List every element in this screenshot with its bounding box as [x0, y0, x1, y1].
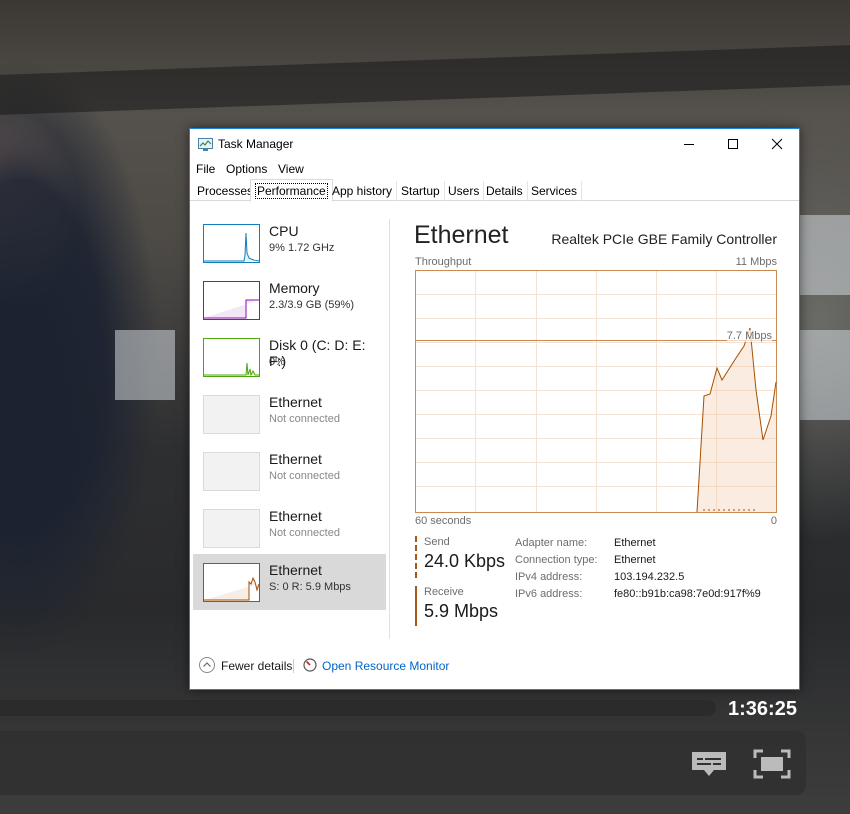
task-manager-window: Task Manager File Options View Processes…	[189, 128, 800, 690]
sidebar-item-subtitle: Not connected	[269, 413, 340, 425]
info-value: fe80::b91b:ca98:7e0d:917f%9	[614, 588, 761, 600]
sidebar-item-ethernet-active[interactable]: Ethernet S: 0 R: 5.9 Mbps	[193, 554, 386, 610]
minimize-button[interactable]	[667, 129, 711, 159]
sidebar-item-subtitle: 2.3/3.9 GB (59%)	[269, 299, 354, 311]
tab-performance-label: Performance	[255, 183, 328, 199]
sidebar-item-subtitle: 0%	[269, 356, 285, 368]
ethernet-thumbnail-graph	[203, 452, 260, 491]
graph-x-left-label: 60 seconds	[415, 515, 472, 527]
graph-x-right-label: 0	[770, 515, 777, 527]
fullscreen-icon[interactable]	[752, 748, 792, 780]
info-row: Adapter name: Ethernet	[515, 537, 775, 554]
info-value: Ethernet	[614, 537, 656, 549]
throughput-graph: 7.7 Mbps	[415, 270, 777, 513]
sidebar-item-title: Ethernet	[269, 394, 322, 410]
resource-monitor-icon[interactable]	[303, 658, 317, 672]
menu-options[interactable]: Options	[226, 162, 267, 176]
disk-thumbnail-graph	[203, 338, 260, 377]
receive-stat: Receive 5.9 Mbps	[415, 586, 498, 626]
graph-label: Throughput	[415, 256, 472, 268]
player-control-bar	[0, 731, 806, 795]
chevron-up-icon[interactable]	[199, 657, 215, 673]
sidebar-divider	[389, 219, 390, 639]
tab-services[interactable]: Services	[527, 181, 583, 201]
minimize-icon	[684, 144, 694, 145]
sidebar-item-title: CPU	[269, 223, 299, 239]
info-row: IPv6 address: fe80::b91b:ca98:7e0d:917f%…	[515, 588, 775, 605]
ethernet-thumbnail-graph	[203, 509, 260, 548]
adapter-info: Adapter name: Ethernet Connection type: …	[515, 537, 775, 605]
ethernet-thumbnail-graph	[203, 563, 260, 602]
sidebar-item-ethernet[interactable]: Ethernet Not connected	[193, 388, 386, 444]
close-icon	[771, 138, 783, 150]
background-window	[800, 330, 850, 420]
fewer-details-link[interactable]: Fewer details	[221, 659, 292, 673]
ceiling-beam	[0, 45, 850, 115]
captions-icon[interactable]	[690, 750, 728, 778]
tab-users[interactable]: Users	[444, 181, 485, 201]
background-window	[800, 215, 850, 295]
tab-details[interactable]: Details	[482, 181, 528, 201]
send-label: Send	[424, 536, 450, 548]
info-value: Ethernet	[614, 554, 656, 566]
sidebar-item-subtitle: S: 0 R: 5.9 Mbps	[269, 581, 351, 593]
cpu-thumbnail-graph	[203, 224, 260, 263]
task-manager-icon	[198, 138, 213, 151]
video-timestamp: 1:36:25	[728, 698, 797, 720]
sidebar-item-title: Ethernet	[269, 562, 322, 578]
sidebar-item-ethernet[interactable]: Ethernet Not connected	[193, 502, 386, 558]
sidebar-item-ethernet[interactable]: Ethernet Not connected	[193, 445, 386, 501]
tab-processes[interactable]: Processes	[193, 181, 259, 201]
receive-value: 5.9 Mbps	[424, 601, 499, 621]
adapter-name: Realtek PCIe GBE Family Controller	[551, 231, 777, 247]
ethernet-thumbnail-graph	[203, 395, 260, 434]
tab-startup[interactable]: Startup	[397, 181, 445, 201]
performance-sidebar: CPU 9% 1.72 GHz Memory 2.3/3.9 GB (59%) …	[190, 209, 390, 639]
tab-app-history[interactable]: App history	[328, 181, 398, 201]
menu-file[interactable]: File	[196, 162, 215, 176]
send-value: 24.0 Kbps	[424, 551, 506, 571]
sidebar-item-memory[interactable]: Memory 2.3/3.9 GB (59%)	[193, 274, 386, 330]
info-value: 103.194.232.5	[614, 571, 685, 583]
footer-divider	[293, 659, 294, 673]
info-key: IPv4 address:	[515, 571, 583, 583]
tab-performance[interactable]: Performance	[250, 179, 333, 202]
info-key: Connection type:	[515, 554, 598, 566]
open-resource-monitor-link[interactable]: Open Resource Monitor	[322, 659, 449, 673]
sidebar-item-title: Ethernet	[269, 508, 322, 524]
sidebar-item-title: Disk 0 (C: D: E: F:)	[269, 337, 366, 369]
memory-thumbnail-graph	[203, 281, 260, 320]
maximize-icon	[728, 139, 738, 149]
sidebar-item-subtitle: Not connected	[269, 470, 340, 482]
sidebar-item-subtitle: Not connected	[269, 527, 340, 539]
window-title: Task Manager	[218, 137, 294, 151]
sidebar-item-title: Memory	[269, 280, 320, 296]
info-key: IPv6 address:	[515, 588, 583, 600]
info-row: IPv4 address: 103.194.232.5	[515, 571, 775, 588]
background-window	[115, 330, 175, 400]
sidebar-item-title: Ethernet	[269, 451, 322, 467]
graph-max-label: 11 Mbps	[735, 256, 777, 268]
maximize-button[interactable]	[711, 129, 755, 159]
close-button[interactable]	[755, 129, 799, 159]
receive-label: Receive	[424, 586, 464, 598]
menu-bar: File Options View	[190, 159, 799, 179]
footer: Fewer details Open Resource Monitor	[190, 653, 799, 681]
sidebar-item-cpu[interactable]: CPU 9% 1.72 GHz	[193, 217, 386, 273]
video-progress-bar[interactable]	[0, 700, 716, 716]
info-row: Connection type: Ethernet	[515, 554, 775, 571]
sidebar-item-disk[interactable]: Disk 0 (C: D: E: F:) 0%	[193, 331, 386, 387]
tab-bar: Processes Performance App history Startu…	[190, 179, 799, 202]
graph-marker-label: 7.7 Mbps	[726, 330, 772, 342]
title-bar[interactable]: Task Manager	[190, 129, 799, 159]
sidebar-item-subtitle: 9% 1.72 GHz	[269, 242, 335, 254]
detail-title: Ethernet	[414, 221, 509, 249]
menu-view[interactable]: View	[278, 162, 304, 176]
send-stat: Send 24.0 Kbps	[415, 536, 505, 578]
info-key: Adapter name:	[515, 537, 588, 549]
